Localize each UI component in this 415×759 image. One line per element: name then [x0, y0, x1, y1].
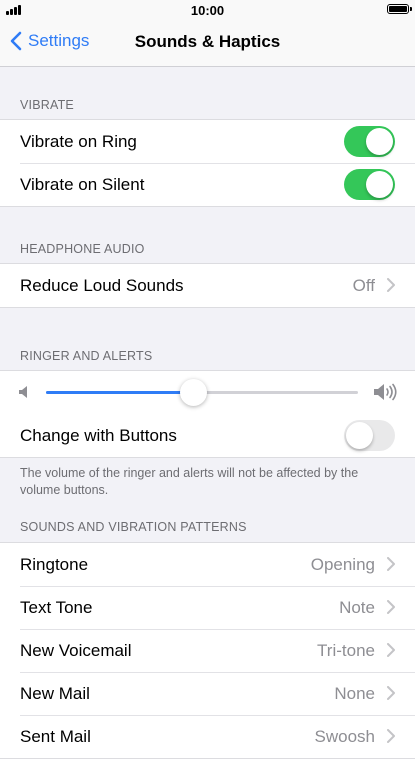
chevron-right-icon — [387, 557, 395, 571]
row-value: Note — [339, 598, 375, 617]
speaker-high-icon — [374, 383, 397, 401]
status-time: 10:00 — [190, 3, 225, 18]
row-label: Sent Mail — [20, 727, 91, 746]
sent-mail-row[interactable]: Sent Mail Swoosh — [0, 715, 415, 758]
headphone-group: Reduce Loud Sounds Off — [0, 263, 415, 308]
new-mail-row[interactable]: New Mail None — [0, 672, 415, 715]
section-header-vibrate: VIBRATE — [20, 98, 74, 112]
vibrate-on-ring-toggle[interactable] — [344, 126, 395, 157]
row-value: Swoosh — [314, 727, 375, 746]
toggle-knob — [366, 171, 393, 198]
toggle-knob — [366, 128, 393, 155]
ringtone-row[interactable]: Ringtone Opening — [0, 543, 415, 586]
section-header-sounds: SOUNDS AND VIBRATION PATTERNS — [20, 520, 247, 534]
slider-fill — [46, 391, 193, 394]
ringer-group: Change with Buttons — [0, 370, 415, 458]
row-label: New Mail — [20, 684, 90, 703]
chevron-right-icon — [387, 278, 395, 292]
section-header-headphone: HEADPHONE AUDIO — [20, 242, 145, 256]
change-with-buttons-toggle[interactable] — [344, 420, 395, 451]
ringer-volume-row — [0, 371, 415, 414]
text-tone-row[interactable]: Text Tone Note — [0, 586, 415, 629]
vibrate-group: Vibrate on Ring Vibrate on Silent — [0, 119, 415, 207]
chevron-right-icon — [387, 643, 395, 657]
status-bar: 10:00 — [0, 0, 415, 20]
new-voicemail-row[interactable]: New Voicemail Tri-tone — [0, 629, 415, 672]
chevron-right-icon — [387, 600, 395, 614]
chevron-right-icon — [387, 729, 395, 743]
row-label: Reduce Loud Sounds — [20, 276, 184, 295]
row-value: Tri-tone — [317, 641, 375, 660]
toggle-knob — [346, 422, 373, 449]
navigation-bar: Settings Sounds & Haptics — [0, 20, 415, 67]
section-header-ringer: RINGER AND ALERTS — [20, 349, 153, 363]
sounds-group: Ringtone Opening Text Tone Note New Voic… — [0, 542, 415, 759]
row-label: Vibrate on Silent — [20, 175, 145, 194]
row-label: Change with Buttons — [20, 426, 177, 445]
row-value: Off — [352, 276, 375, 295]
chevron-right-icon — [387, 686, 395, 700]
row-label: New Voicemail — [20, 641, 132, 660]
vibrate-on-ring-row: Vibrate on Ring — [0, 120, 415, 163]
ringer-volume-slider[interactable] — [46, 379, 358, 406]
page-title: Sounds & Haptics — [134, 32, 281, 51]
row-label: Ringtone — [20, 555, 89, 574]
ringer-footer-note: The volume of the ringer and alerts will… — [20, 466, 359, 497]
battery-icon — [387, 4, 412, 14]
vibrate-on-silent-row: Vibrate on Silent — [0, 163, 415, 206]
row-value: None — [334, 684, 375, 703]
vibrate-on-silent-toggle[interactable] — [344, 169, 395, 200]
row-label: Text Tone — [20, 598, 93, 617]
row-value: Opening — [310, 555, 375, 574]
change-with-buttons-row: Change with Buttons — [0, 414, 415, 457]
reduce-loud-sounds-row[interactable]: Reduce Loud Sounds Off — [0, 264, 415, 307]
slider-thumb[interactable] — [179, 379, 207, 406]
row-label: Vibrate on Ring — [20, 132, 137, 151]
speaker-low-icon — [19, 386, 27, 398]
